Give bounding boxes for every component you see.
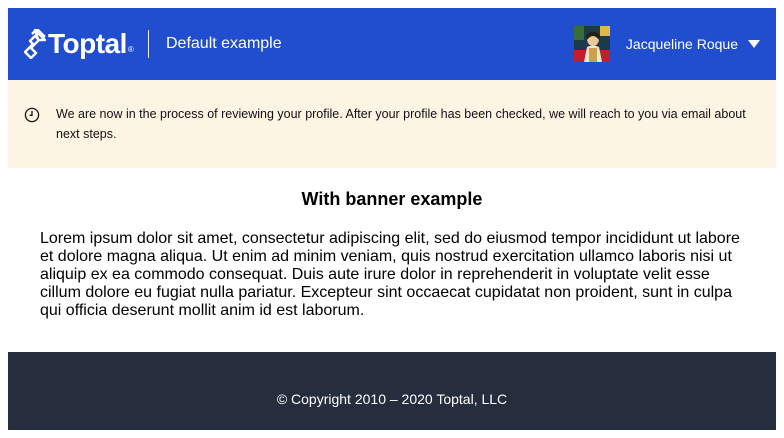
user-menu[interactable]: Jacqueline Roque bbox=[573, 26, 760, 62]
header-title: Default example bbox=[166, 35, 282, 52]
page-footer: © Copyright 2010 – 2020 Toptal, LLC bbox=[8, 352, 776, 430]
body-paragraph: Lorem ipsum dolor sit amet, consectetur … bbox=[40, 230, 740, 319]
clock-icon bbox=[24, 107, 40, 123]
caret-down-icon[interactable] bbox=[748, 40, 760, 48]
copyright-text: © Copyright 2010 – 2020 Toptal, LLC bbox=[276, 391, 508, 407]
banner-message: We are now in the process of reviewing y… bbox=[56, 107, 746, 141]
logo-registered-mark: ® bbox=[127, 45, 134, 54]
header-divider bbox=[148, 30, 149, 58]
toptal-logo[interactable]: Toptal ® bbox=[24, 28, 134, 60]
page-frame: Toptal ® Default example Jacqueline Roqu… bbox=[8, 8, 776, 430]
user-name[interactable]: Jacqueline Roque bbox=[626, 34, 738, 54]
top-header: Toptal ® Default example Jacqueline Roqu… bbox=[8, 8, 776, 80]
logo-wordmark: Toptal bbox=[48, 28, 127, 59]
user-avatar-icon[interactable] bbox=[573, 26, 610, 62]
review-banner: We are now in the process of reviewing y… bbox=[8, 80, 776, 168]
toptal-logo-icon bbox=[24, 29, 46, 59]
page-title: With banner example bbox=[301, 189, 483, 209]
